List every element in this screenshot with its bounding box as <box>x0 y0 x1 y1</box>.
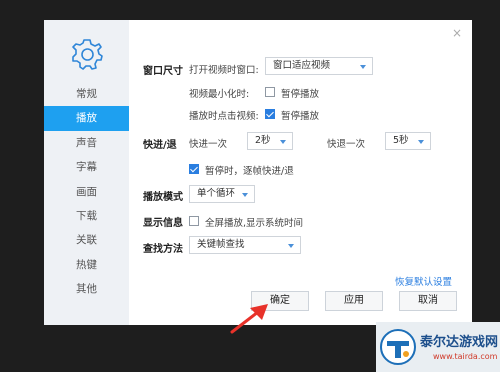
sidebar-item-general[interactable]: 常规 <box>44 82 129 106</box>
sidebar-item-subtitle[interactable]: 字幕 <box>44 155 129 179</box>
watermark-url: www.tairda.com <box>433 352 498 361</box>
click-video-label: 播放时点击视频: <box>189 111 259 122</box>
backward-label: 快退一次 <box>327 139 366 150</box>
chevron-down-icon <box>418 140 424 144</box>
sidebar-item-association[interactable]: 关联 <box>44 228 129 252</box>
sidebar-item-hotkeys[interactable]: 热键 <box>44 253 129 277</box>
playback-settings-panel: 窗口尺寸 打开视频时窗口: 窗口适应视频 视频最小化时: 暂停播放 播放时点击视… <box>129 20 472 325</box>
cancel-button[interactable]: 取消 <box>399 291 457 311</box>
frame-step-label: 暂停时，逐帧快进/退 <box>205 166 294 177</box>
forward-step-value: 2秒 <box>255 135 271 146</box>
watermark-name: 泰尔达游戏网 <box>420 335 499 350</box>
backward-step-value: 5秒 <box>393 135 409 146</box>
chevron-down-icon <box>360 65 366 69</box>
sidebar-item-download[interactable]: 下载 <box>44 204 129 228</box>
settings-dialog: 常规 播放 声音 字幕 画面 下载 关联 热键 其他 × 窗口尺寸 打开视频时窗… <box>44 20 472 325</box>
show-time-label: 全屏播放,显示系统时间 <box>205 218 304 229</box>
restore-defaults-link[interactable]: 恢复默认设置 <box>395 274 452 288</box>
sidebar-item-audio[interactable]: 声音 <box>44 131 129 155</box>
gear-icon <box>72 39 103 70</box>
click-pause-checkbox[interactable] <box>265 109 275 119</box>
backward-step-select[interactable]: 5秒 <box>385 132 431 150</box>
frame-step-checkbox[interactable] <box>189 164 199 174</box>
search-method-select[interactable]: 关键帧查找 <box>189 236 301 254</box>
play-mode-select[interactable]: 单个循环 <box>189 185 255 203</box>
minimize-pause-checkbox[interactable] <box>265 87 275 97</box>
forward-label: 快进一次 <box>189 139 228 150</box>
sidebar-nav: 常规 播放 声音 字幕 画面 下载 关联 热键 其他 <box>44 82 129 302</box>
sidebar-item-playback[interactable]: 播放 <box>44 106 129 131</box>
sidebar-item-other[interactable]: 其他 <box>44 277 129 301</box>
open-window-label: 打开视频时窗口: <box>189 65 259 76</box>
chevron-down-icon <box>280 140 286 144</box>
open-window-value: 窗口适应视频 <box>273 60 331 71</box>
search-method-value: 关键帧查找 <box>197 239 245 250</box>
display-info-label: 显示信息 <box>143 218 183 229</box>
play-mode-value: 单个循环 <box>197 188 236 199</box>
chevron-down-icon <box>242 193 248 197</box>
window-size-label: 窗口尺寸 <box>143 66 183 77</box>
apply-button[interactable]: 应用 <box>325 291 383 311</box>
click-pause-label: 暂停播放 <box>281 111 320 122</box>
minimize-label: 视频最小化时: <box>189 89 250 100</box>
play-mode-label: 播放模式 <box>143 192 183 203</box>
open-window-select[interactable]: 窗口适应视频 <box>265 57 373 75</box>
sidebar: 常规 播放 声音 字幕 画面 下载 关联 热键 其他 <box>44 20 129 325</box>
watermark-logo-icon <box>380 329 416 365</box>
chevron-down-icon <box>288 244 294 248</box>
search-method-label: 查找方法 <box>143 244 183 255</box>
forward-step-select[interactable]: 2秒 <box>247 132 293 150</box>
sidebar-item-picture[interactable]: 画面 <box>44 180 129 204</box>
minimize-pause-label: 暂停播放 <box>281 89 320 100</box>
watermark-badge: 泰尔达游戏网 www.tairda.com <box>376 322 500 372</box>
show-time-checkbox[interactable] <box>189 216 199 226</box>
arrow-pointer-icon <box>230 304 268 334</box>
seek-label: 快进/退 <box>143 140 177 151</box>
